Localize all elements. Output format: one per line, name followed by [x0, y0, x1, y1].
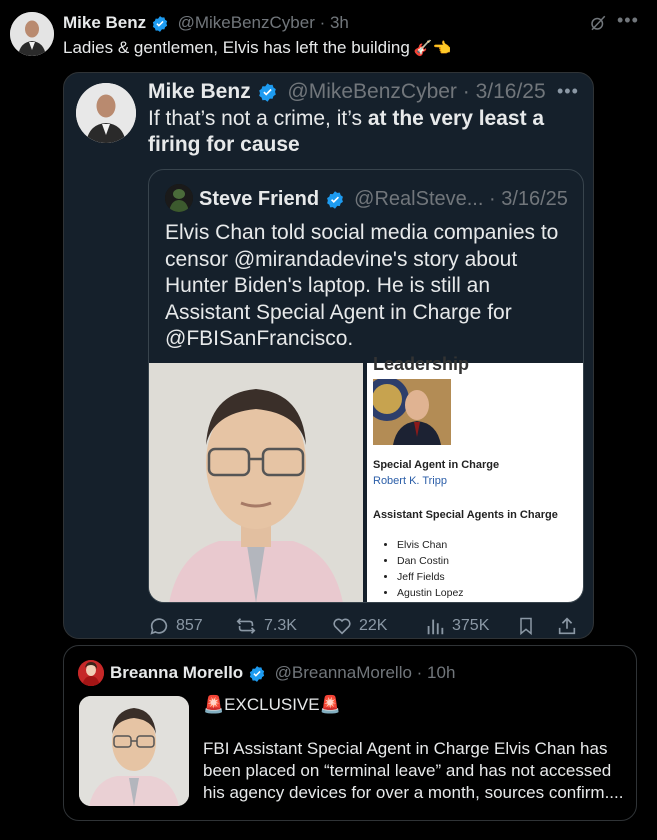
verified-badge-icon [248, 665, 266, 683]
asac-list-item: Jeff Fields [397, 569, 464, 585]
asac-list: Elvis Chan Dan Costin Jeff Fields Agusti… [397, 537, 464, 601]
views-count: 375K [452, 617, 490, 634]
fbi-leadership-screenshot[interactable]: Leadership Special Agent in Charge Rober… [367, 354, 583, 602]
siren-icon: 🚨 [319, 695, 341, 714]
views-icon [424, 615, 446, 637]
doc-header-cutoff: Leadership [373, 354, 470, 374]
bottom-tweet-text: FBI Assistant Special Agent in Charge El… [203, 739, 624, 802]
nested-author-avatar[interactable] [165, 184, 193, 212]
repost-icon [234, 615, 258, 637]
reply-icon [148, 615, 170, 637]
quoted-author-handle-time[interactable]: @MikeBenzCyber · 3/16/25 [287, 80, 545, 103]
author-avatar[interactable] [10, 12, 54, 56]
sac-portrait [373, 379, 451, 445]
repost-button[interactable]: 7.3K [234, 615, 297, 637]
tweet-body: Ladies & gentlemen, Elvis has left the b… [63, 38, 410, 57]
author-handle-time[interactable]: @MikeBenzCyber · 3h [178, 13, 349, 32]
quoted-tweet-text: If that’s not a crime, it’s at the very … [148, 106, 568, 158]
quoted-text-plain: If that’s not a crime, it’s [148, 107, 368, 130]
siren-icon: 🚨 [203, 695, 225, 714]
mugshot-photo[interactable] [149, 363, 363, 602]
tweet-text: Ladies & gentlemen, Elvis has left the b… [63, 38, 451, 58]
asac-list-item: Dan Costin [397, 553, 464, 569]
like-count: 22K [359, 617, 388, 634]
engagement-bar: 857 7.3K 22K 375K [148, 611, 580, 639]
bottom-author-avatar[interactable] [78, 660, 104, 686]
nested-author-handle-time[interactable]: @RealSteve... · 3/16/25 [354, 188, 568, 210]
nested-author-name[interactable]: Steve Friend [199, 188, 319, 210]
views-button[interactable]: 375K [424, 615, 489, 637]
exclusive-label: 🚨EXCLUSIVE🚨 [203, 695, 341, 715]
bottom-author-name[interactable]: Breanna Morello [110, 663, 243, 682]
sac-title: Special Agent in Charge [373, 459, 500, 471]
tweet-header: Mike Benz @MikeBenzCyber · 3h [63, 13, 349, 33]
bottom-author-handle-time[interactable]: @BreannaMorello · 10h [275, 663, 456, 682]
tweet-emoji: 🎸👈 [413, 40, 452, 57]
bottom-tweet-header: Breanna Morello @BreannaMorello · 10h [110, 663, 455, 683]
asac-title: Assistant Special Agents in Charge [373, 509, 558, 521]
exclusive-text: EXCLUSIVE [224, 695, 320, 714]
verified-badge-icon [257, 82, 278, 103]
like-button[interactable]: 22K [331, 615, 387, 637]
more-options-icon[interactable]: ••• [557, 81, 579, 102]
asac-list-item: Agustin Lopez [397, 585, 464, 601]
verified-badge-icon [325, 190, 345, 210]
bookmark-icon [516, 615, 536, 637]
bottom-quoted-tweet-card[interactable]: Breanna Morello @BreannaMorello · 10h 🚨E… [63, 645, 637, 821]
verified-badge-icon [151, 15, 169, 33]
heart-icon [331, 615, 353, 637]
reply-button[interactable]: 857 [148, 615, 203, 637]
nested-tweet-text: Elvis Chan told social media companies t… [165, 221, 559, 350]
asac-list-item: Elvis Chan [397, 537, 464, 553]
share-button[interactable] [556, 615, 578, 637]
quoted-author-avatar[interactable] [76, 83, 136, 143]
mugshot-thumbnail[interactable] [79, 696, 189, 806]
repost-count: 7.3K [264, 617, 297, 634]
more-options-icon[interactable]: ••• [617, 10, 639, 31]
reply-count: 857 [176, 617, 203, 634]
quoted-author-name[interactable]: Mike Benz [148, 80, 251, 103]
grok-icon[interactable] [589, 14, 607, 37]
nested-quoted-tweet-card[interactable]: Steve Friend @RealSteve... · 3/16/25 Elv… [148, 169, 584, 603]
nested-tweet-header: Steve Friend @RealSteve... · 3/16/25 [199, 188, 568, 211]
next-action-bar-partial [0, 832, 657, 840]
author-name[interactable]: Mike Benz [63, 13, 146, 32]
bookmark-button[interactable] [516, 615, 536, 637]
quoted-tweet-header: Mike Benz @MikeBenzCyber · 3/16/25 [148, 80, 546, 104]
quoted-tweet-card[interactable]: Mike Benz @MikeBenzCyber · 3/16/25 ••• I… [63, 72, 594, 639]
sac-name-link[interactable]: Robert K. Tripp [373, 475, 447, 487]
share-icon [556, 615, 578, 637]
